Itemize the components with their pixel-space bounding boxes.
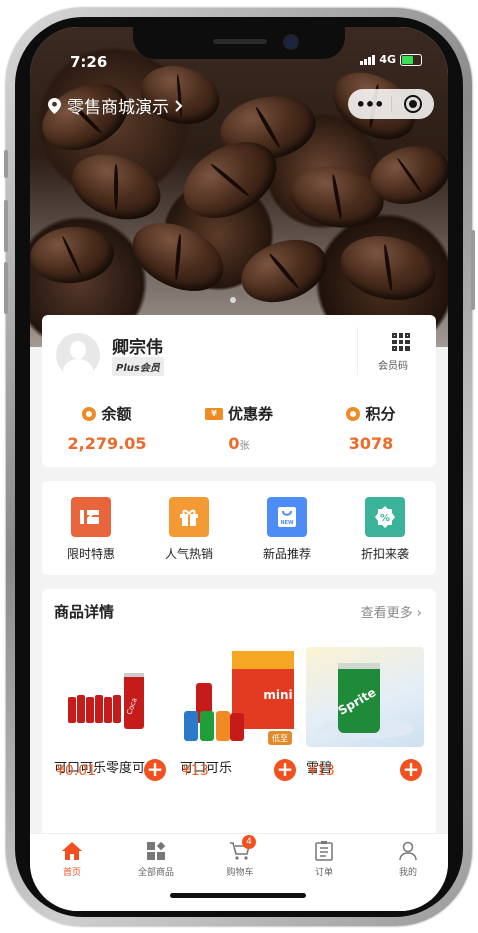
points-label: 积分 <box>365 405 396 423</box>
front-camera <box>285 36 297 48</box>
svg-text:低至: 低至 <box>272 733 288 743</box>
quick-entry-flash-sale[interactable]: 限时特惠 <box>42 497 140 562</box>
balance-coin-icon <box>82 406 97 421</box>
store-location-selector[interactable]: 零售商城演示 <box>48 93 183 118</box>
quick-entry-label: 人气热销 <box>164 547 213 561</box>
add-to-cart-button[interactable]: + <box>144 759 166 781</box>
camera-notch <box>133 27 345 59</box>
close-miniprogram-button[interactable] <box>392 95 434 113</box>
location-pin-icon <box>48 97 61 114</box>
silent-switch <box>4 150 8 178</box>
add-to-cart-button[interactable]: + <box>274 759 296 781</box>
product-price: ¥13 <box>182 763 209 779</box>
view-more-label: 查看更多 <box>360 606 413 621</box>
volume-up-button <box>4 200 8 252</box>
svg-text:%: % <box>380 513 390 524</box>
grid-icon <box>147 841 166 860</box>
signal-icon <box>360 54 376 65</box>
points-value: 3078 <box>348 434 394 453</box>
member-code-label[interactable]: 会员码 <box>378 357 408 372</box>
quick-entry-discount[interactable]: % 折扣来袭 <box>336 497 434 562</box>
more-options-button[interactable]: ••• <box>348 95 391 114</box>
coupon-stat[interactable]: ¥ 优惠券 0张 <box>174 403 304 453</box>
goods-section-title: 商品详情 <box>54 603 115 621</box>
add-to-cart-button[interactable]: + <box>400 759 422 781</box>
coupon-label: 优惠券 <box>227 405 273 423</box>
tab-all-goods[interactable]: 全部商品 <box>114 840 198 878</box>
tab-label: 全部商品 <box>137 868 174 878</box>
svg-text:NEW: NEW <box>280 520 294 526</box>
power-button <box>471 230 475 310</box>
quick-entry-panel: 限时特惠 人气热销 NEW 新品推荐 % 折扣来袭 <box>42 481 436 575</box>
home-indicator[interactable] <box>170 893 306 898</box>
hero-banner[interactable] <box>30 27 448 347</box>
app-screen: 7:26 4G 零售商城演示 ••• 卿宗伟 Plus会员 会员码 余额 2,2… <box>30 27 448 911</box>
avatar[interactable] <box>56 333 100 377</box>
tab-profile[interactable]: 我的 <box>366 840 448 878</box>
tab-cart[interactable]: 4 购物车 <box>198 835 282 878</box>
home-icon <box>62 842 82 860</box>
banner-pager-dot <box>230 297 236 303</box>
tab-home[interactable]: 首页 <box>30 840 114 878</box>
chevron-right-icon <box>175 99 183 112</box>
battery-icon <box>400 53 422 66</box>
coupon-value: 0 <box>228 434 240 453</box>
new-bag-icon: NEW <box>267 497 307 537</box>
quick-entry-new-arrivals[interactable]: NEW 新品推荐 <box>238 497 336 562</box>
gift-icon <box>169 497 209 537</box>
status-indicators: 4G <box>360 53 422 66</box>
points-stat[interactable]: 积分 3078 <box>306 403 436 453</box>
member-level-badge: Plus会员 <box>112 357 164 376</box>
member-divider <box>357 327 358 375</box>
tab-label: 首页 <box>62 868 81 878</box>
member-card: 卿宗伟 Plus会员 会员码 余额 2,279.05 ¥ 优惠券 0张 积分 30… <box>42 315 436 467</box>
volume-down-button <box>4 262 8 314</box>
product-price: ¥0.01 <box>56 763 97 779</box>
tab-label: 我的 <box>398 868 417 878</box>
quick-entry-label: 折扣来袭 <box>360 547 409 561</box>
store-name: 零售商城演示 <box>67 98 169 118</box>
tab-label: 购物车 <box>226 868 254 878</box>
view-more-link[interactable]: 查看更多 › <box>361 602 422 621</box>
balance-stat[interactable]: 余额 2,279.05 <box>42 403 172 453</box>
balance-value: 2,279.05 <box>67 434 147 453</box>
points-coin-icon <box>346 406 361 421</box>
tab-label: 订单 <box>314 868 333 878</box>
flash-sale-icon <box>71 497 111 537</box>
product-price: ¥13 <box>308 763 335 779</box>
balance-label: 余额 <box>101 405 132 423</box>
qr-code-icon[interactable] <box>392 333 410 351</box>
speaker-grille <box>213 39 267 44</box>
target-icon <box>404 95 422 113</box>
svg-text:mini: mini <box>263 688 292 702</box>
user-icon <box>399 841 417 861</box>
tab-orders[interactable]: 订单 <box>282 840 366 878</box>
quick-entry-label: 新品推荐 <box>262 547 311 561</box>
quick-entry-popular[interactable]: 人气热销 <box>140 497 238 562</box>
miniprogram-capsule: ••• <box>348 89 434 119</box>
coke-product-image: mini 低至 <box>180 647 298 747</box>
discount-badge-icon: % <box>365 497 405 537</box>
network-label: 4G <box>379 53 396 66</box>
member-name: 卿宗伟 <box>112 338 163 358</box>
coupon-ticket-icon: ¥ <box>204 407 223 420</box>
sprite-product-image: Sprite <box>306 647 424 747</box>
quick-entry-label: 限时特惠 <box>66 547 115 561</box>
cart-count-badge: 4 <box>242 835 256 849</box>
status-time: 7:26 <box>70 53 108 71</box>
coupon-unit: 张 <box>239 441 250 452</box>
order-icon <box>315 841 333 861</box>
coke-zero-product-image: Coca <box>54 647 172 747</box>
chevron-right-icon: › <box>416 606 422 621</box>
bottom-tab-bar: 首页 全部商品 4 购物车 订单 我的 <box>30 833 448 911</box>
